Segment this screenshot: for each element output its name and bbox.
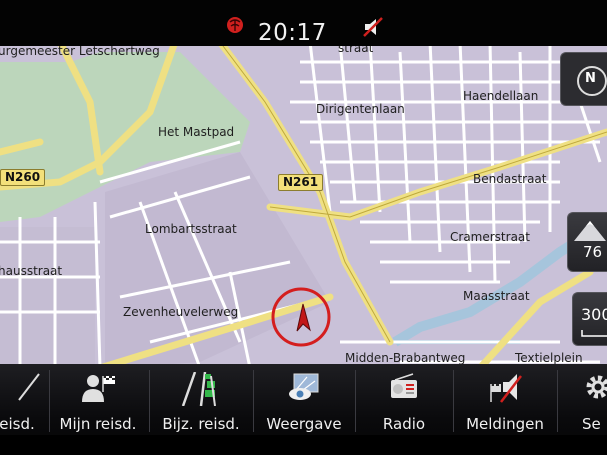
tab-separator bbox=[557, 370, 558, 432]
tab-special-destinations[interactable]: Bijz. reisd. bbox=[152, 364, 250, 434]
street-label: Textielplein bbox=[515, 351, 583, 365]
bezel bbox=[0, 435, 607, 455]
street-label: urgemeester Letschertweg bbox=[0, 44, 160, 58]
mute-icon bbox=[363, 17, 383, 37]
navigation-screen: urgemeester Letschertweg straat Dirigent… bbox=[0, 0, 607, 455]
route-flag-icon bbox=[18, 373, 40, 401]
clock: 20:17 bbox=[258, 20, 327, 46]
notifications-icon bbox=[490, 374, 522, 403]
tab-label: Weergave bbox=[266, 415, 342, 433]
tab-separator bbox=[253, 370, 254, 432]
tab-separator bbox=[49, 370, 50, 432]
street-label: Cramerstraat bbox=[450, 230, 530, 244]
tab-separator bbox=[355, 370, 356, 432]
tab-separator bbox=[149, 370, 150, 432]
tab-label: Bijz. reisd. bbox=[162, 415, 240, 433]
tab-label: Se bbox=[582, 415, 601, 433]
tab-label: eisd. bbox=[0, 415, 35, 433]
special-destinations-icon bbox=[181, 372, 216, 406]
street-label: Midden-Brabantweg bbox=[345, 351, 466, 365]
street-label: Maasstraat bbox=[463, 289, 530, 303]
my-destinations-icon bbox=[82, 375, 115, 402]
scale-bar-icon bbox=[581, 330, 607, 337]
mountain-icon bbox=[574, 221, 606, 241]
status-bar: 20:17 bbox=[0, 0, 607, 46]
tab-radio[interactable]: Radio bbox=[358, 364, 450, 434]
tab-label: Radio bbox=[382, 415, 426, 433]
tab-view[interactable]: Weergave bbox=[256, 364, 352, 434]
tab-notifications[interactable]: Meldingen bbox=[456, 364, 554, 434]
street-label: Lombartsstraat bbox=[145, 222, 237, 236]
street-label: Bendastraat bbox=[473, 172, 547, 186]
street-label: Haendellaan bbox=[463, 89, 539, 103]
compass-button[interactable]: N bbox=[560, 52, 607, 106]
compass-north-label: N bbox=[585, 71, 596, 86]
map-scale-button[interactable]: 300 bbox=[572, 292, 607, 346]
altitude-value: 76 bbox=[583, 243, 603, 261]
street-label: Het Mastpad bbox=[158, 125, 235, 139]
tab-settings[interactable]: Se bbox=[560, 364, 607, 434]
road-number-badge: N260 bbox=[0, 169, 46, 186]
gps-signal-icon bbox=[227, 17, 243, 33]
map-scale-value: 300 bbox=[581, 305, 607, 324]
settings-gear-icon bbox=[586, 375, 607, 399]
street-label: Dirigentenlaan bbox=[316, 102, 405, 116]
street-label: hausstraat bbox=[0, 264, 63, 278]
altitude-button[interactable]: 76 bbox=[567, 212, 607, 272]
tab-label: Mijn reisd. bbox=[59, 415, 137, 433]
street-label: Zevenheuvelerweg bbox=[123, 305, 239, 319]
road-number-badge: N261 bbox=[278, 174, 324, 191]
radio-icon bbox=[391, 373, 417, 398]
tab-separator bbox=[453, 370, 454, 432]
vehicle-position-icon bbox=[271, 287, 331, 347]
tab-route[interactable]: eisd. bbox=[0, 364, 46, 434]
view-eye-map-icon bbox=[289, 373, 319, 400]
tab-label: Meldingen bbox=[466, 415, 544, 433]
tab-my-destinations[interactable]: Mijn reisd. bbox=[52, 364, 144, 434]
